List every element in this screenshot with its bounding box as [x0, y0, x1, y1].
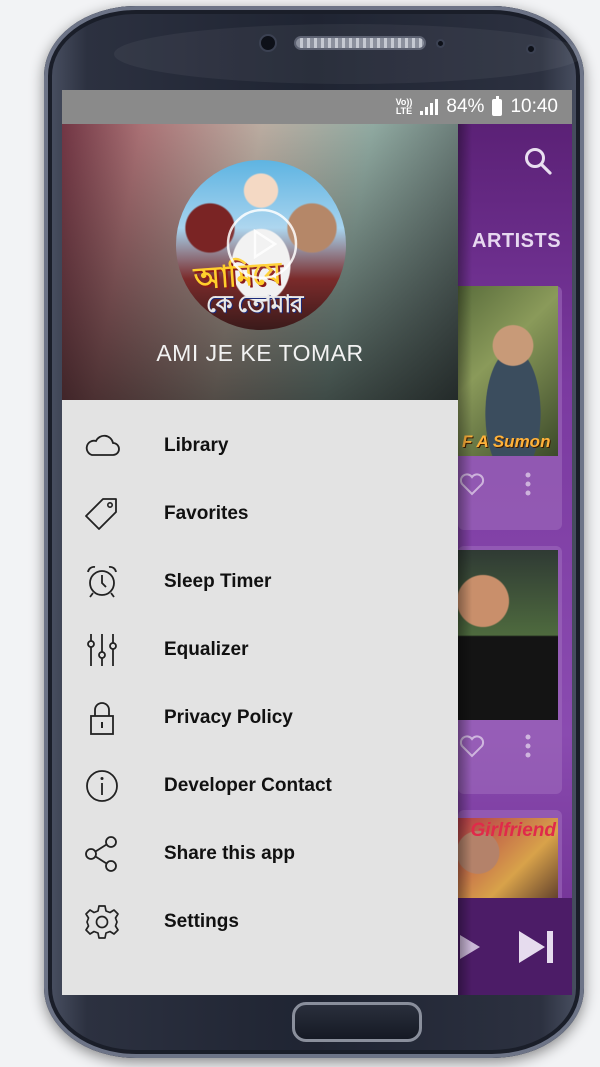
- signal-strength-icon: [420, 99, 439, 115]
- cloud-icon: [85, 434, 120, 456]
- tag-icon: [85, 498, 117, 530]
- menu-label: Library: [164, 435, 229, 456]
- battery-percentage: 84%: [446, 96, 485, 117]
- play-overlay-icon[interactable]: [222, 204, 302, 284]
- battery-icon: [492, 95, 503, 116]
- front-camera: [259, 34, 277, 52]
- alarm-clock-icon: [87, 566, 117, 598]
- menu-label: Settings: [164, 911, 239, 932]
- status-clock: 10:40: [510, 96, 558, 117]
- home-button[interactable]: [292, 1002, 422, 1042]
- tab-artists[interactable]: ARTISTS: [472, 230, 561, 253]
- earpiece-speaker: [294, 36, 426, 50]
- menu-label: Developer Contact: [164, 775, 332, 796]
- song-card[interactable]: [458, 546, 562, 794]
- song-thumbnail[interactable]: F A Sumon: [458, 286, 558, 456]
- light-sensor: [526, 44, 536, 54]
- search-icon[interactable]: [523, 146, 553, 176]
- menu-item-developer-contact[interactable]: Developer Contact: [62, 752, 458, 820]
- menu-label: Privacy Policy: [164, 707, 293, 728]
- navigation-drawer: আমিযে কে তোমার AMI JE KE TOMAR Library F…: [62, 124, 458, 995]
- now-playing-title: AMI JE KE TOMAR: [156, 340, 364, 366]
- song-thumbnail[interactable]: Girlfriend: [458, 818, 558, 904]
- menu-label: Share this app: [164, 843, 295, 864]
- menu-label: Sleep Timer: [164, 571, 272, 592]
- thumbnail-caption: F A Sumon: [462, 432, 551, 451]
- menu-item-privacy-policy[interactable]: Privacy Policy: [62, 684, 458, 752]
- volte-indicator: Vo)) LTE: [396, 98, 413, 116]
- song-card[interactable]: Girlfriend: [458, 810, 562, 910]
- status-bar: Vo)) LTE 84% 10:40: [62, 90, 572, 124]
- equalizer-icon: [87, 634, 117, 666]
- menu-item-sleep-timer[interactable]: Sleep Timer: [62, 548, 458, 616]
- album-art-logo-line2: কে তোমার: [206, 291, 303, 318]
- song-thumbnail[interactable]: [458, 550, 558, 720]
- info-icon: [86, 770, 118, 802]
- menu-item-share-app[interactable]: Share this app: [62, 820, 458, 888]
- phone-gloss: [114, 24, 584, 84]
- menu-item-favorites[interactable]: Favorites: [62, 480, 458, 548]
- proximity-sensor: [436, 39, 445, 48]
- more-vertical-icon[interactable]: [514, 732, 542, 760]
- song-card[interactable]: F A Sumon: [458, 286, 562, 530]
- screen: ARTISTS F A Sumon Girlfriend আমিযে কে তো…: [62, 90, 572, 995]
- more-vertical-icon[interactable]: [514, 470, 542, 498]
- menu-item-equalizer[interactable]: Equalizer: [62, 616, 458, 684]
- share-icon: [85, 836, 117, 872]
- lock-icon: [90, 702, 114, 735]
- drawer-menu: Library Favorites Sleep Timer Equalizer …: [62, 412, 458, 956]
- skip-next-icon[interactable]: [517, 928, 557, 966]
- gear-icon: [85, 905, 119, 939]
- menu-item-library[interactable]: Library: [62, 412, 458, 480]
- thumbnail-caption: Girlfriend: [470, 820, 556, 841]
- drawer-header: আমিযে কে তোমার AMI JE KE TOMAR: [62, 124, 458, 400]
- drawer-shadow: [458, 124, 472, 995]
- menu-label: Equalizer: [164, 639, 249, 660]
- menu-label: Favorites: [164, 503, 249, 524]
- volte-line2: LTE: [395, 106, 413, 116]
- menu-item-settings[interactable]: Settings: [62, 888, 458, 956]
